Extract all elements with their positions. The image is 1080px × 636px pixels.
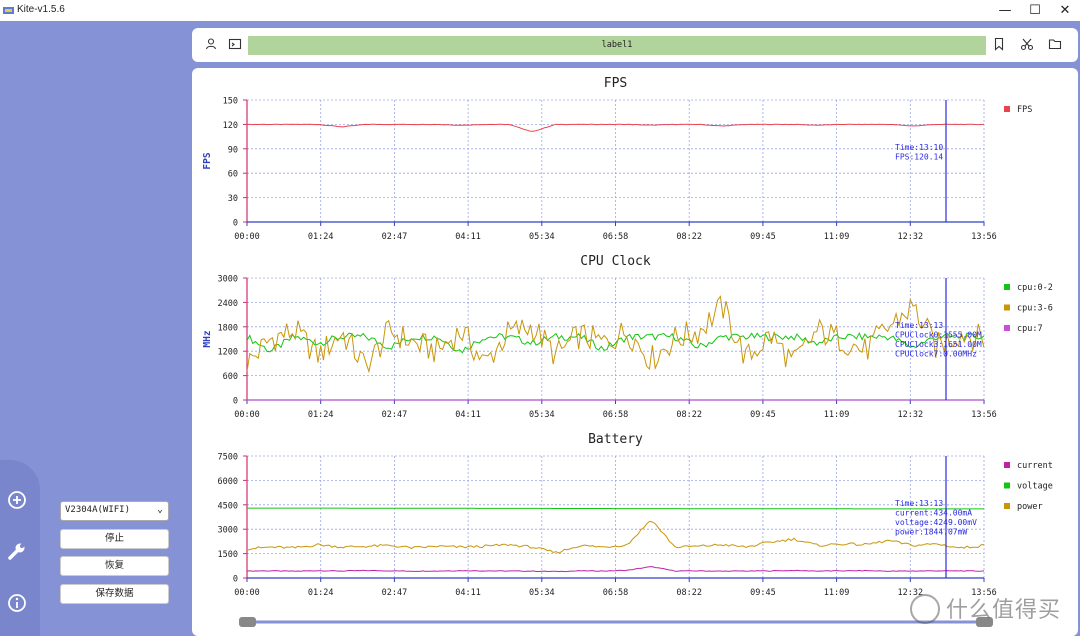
cursor-tooltip-line: power:1844.07mW (895, 528, 967, 537)
y-tick-label: 0 (233, 397, 238, 407)
y-tick-label: 1800 (218, 323, 238, 333)
chart-title: Battery (588, 432, 643, 447)
charts-svg: FPS 150 120 90 60 30 0 00:00 01:24 02:47 04:11 05:3… (202, 76, 1053, 627)
x-tick-label: 04:11 (455, 232, 481, 242)
legend-swatch (1004, 106, 1010, 112)
cursor-tooltip-line: Time:13:13 (895, 499, 943, 508)
x-tick-label: 05:34 (529, 588, 555, 598)
legend-label: FPS (1017, 105, 1032, 115)
cursor-tooltip-line: CPUClock0:1555.00M (895, 331, 982, 340)
range-slider-left-handle[interactable] (239, 617, 256, 627)
legend-swatch (1004, 462, 1010, 468)
y-tick-label: 60 (228, 170, 238, 180)
x-tick-label: 11:09 (824, 588, 850, 598)
x-tick-label: 11:09 (824, 410, 850, 420)
x-tick-label: 00:00 (234, 588, 260, 598)
series-line-cpu-0-2 (246, 332, 985, 354)
legend-swatch (1004, 284, 1010, 290)
legend-label: power (1017, 502, 1043, 512)
x-tick-label: 01:24 (308, 588, 334, 598)
y-tick-label: 0 (233, 575, 238, 585)
y-tick-label: 3000 (218, 526, 238, 536)
x-tick-label: 08:22 (676, 588, 702, 598)
cursor-tooltip-line: voltage:4249.00mV (895, 518, 977, 527)
x-tick-label: 02:47 (382, 588, 408, 598)
legend-label: cpu:0-2 (1017, 283, 1053, 293)
y-tick-label: 2400 (218, 299, 238, 309)
x-tick-label: 05:34 (529, 410, 555, 420)
y-tick-label: 4500 (218, 501, 238, 511)
y-axis-label: MHz (202, 330, 213, 347)
x-tick-label: 13:56 (971, 410, 997, 420)
x-tick-label: 02:47 (382, 232, 408, 242)
cursor-tooltip-line: Time:13:10 (895, 143, 943, 152)
legend-swatch (1004, 503, 1010, 509)
y-tick-label: 3000 (218, 275, 238, 285)
x-tick-label: 00:00 (234, 232, 260, 242)
x-tick-label: 06:58 (603, 588, 629, 598)
y-tick-label: 1500 (218, 550, 238, 560)
y-tick-label: 150 (223, 97, 238, 107)
cursor-tooltip-line: Time:13:13 (895, 321, 943, 330)
x-tick-label: 11:09 (824, 232, 850, 242)
cursor-tooltip-line: CPUClock3:1651.00M (895, 340, 982, 349)
legend-swatch (1004, 482, 1010, 489)
x-tick-label: 12:32 (898, 410, 924, 420)
legend-label: cpu:3-6 (1017, 304, 1053, 314)
y-tick-label: 1200 (218, 348, 238, 358)
y-axis-label: FPS (202, 152, 213, 169)
y-tick-label: 7500 (218, 453, 238, 463)
x-tick-label: 08:22 (676, 232, 702, 242)
watermark-text: 什么值得买 (946, 598, 1062, 623)
chart-title: CPU Clock (580, 254, 651, 269)
y-tick-label: 6000 (218, 477, 238, 487)
legend-label: voltage (1017, 482, 1053, 492)
x-tick-label: 05:34 (529, 232, 555, 242)
x-tick-label: 01:24 (308, 410, 334, 420)
legend-swatch (1004, 325, 1010, 331)
y-tick-label: 120 (223, 121, 238, 131)
watermark-logo (910, 594, 940, 624)
x-tick-label: 04:11 (455, 588, 481, 598)
chart-title: FPS (604, 76, 627, 91)
legend-swatch (1004, 304, 1010, 311)
x-tick-label: 02:47 (382, 410, 408, 420)
x-tick-label: 01:24 (308, 232, 334, 242)
x-tick-label: 09:45 (750, 410, 776, 420)
legend-label: cpu:7 (1017, 324, 1043, 334)
cursor-tooltip-line: FPS:120.14 (895, 153, 943, 162)
x-tick-label: 06:58 (603, 410, 629, 420)
x-tick-label: 09:45 (750, 588, 776, 598)
series-line-voltage (247, 507, 984, 510)
x-tick-label: 08:22 (676, 410, 702, 420)
y-tick-label: 90 (228, 145, 238, 155)
legend-label: current (1017, 461, 1053, 471)
y-tick-label: 600 (223, 372, 238, 382)
cursor-tooltip-line: CPUClock7:0.00MHz (895, 350, 977, 359)
y-tick-label: 30 (228, 194, 238, 204)
x-tick-label: 00:00 (234, 410, 260, 420)
cursor-tooltip-line: current:434.00mA (895, 509, 972, 518)
x-tick-label: 13:56 (971, 232, 997, 242)
x-tick-label: 09:45 (750, 232, 776, 242)
x-tick-label: 06:58 (603, 232, 629, 242)
x-tick-label: 12:32 (898, 232, 924, 242)
x-tick-label: 04:11 (455, 410, 481, 420)
y-tick-label: 0 (233, 219, 238, 229)
